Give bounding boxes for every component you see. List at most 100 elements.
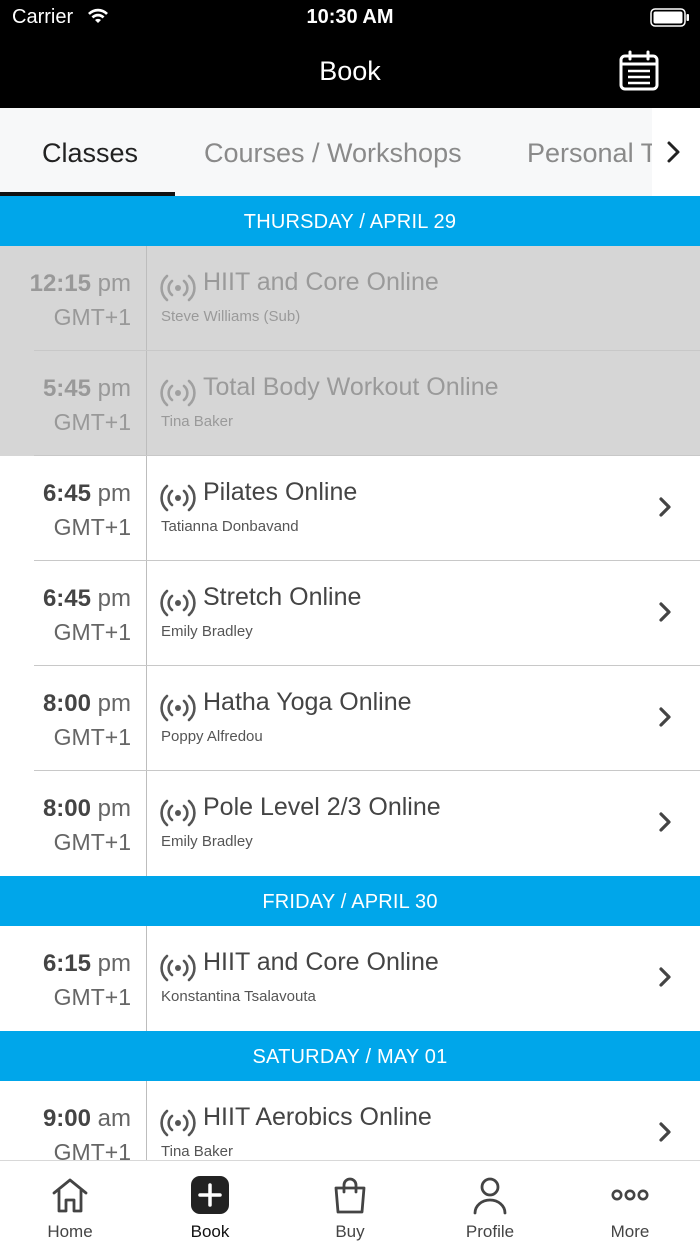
class-time-ampm: pm — [97, 270, 131, 297]
chevron-right-icon — [667, 141, 680, 163]
class-schedule-list[interactable]: THURSDAY / APRIL 29 12:15 pm GMT+1 HIIT and… — [0, 196, 700, 1160]
class-instructor: Steve Williams (Sub) — [161, 308, 301, 325]
class-name: Stretch Online — [203, 583, 362, 611]
class-row[interactable]: 8:00 pm GMT+1 Pole Level 2/3 Online Emily B… — [0, 771, 700, 876]
tabbar-buy-label: Buy — [335, 1222, 365, 1241]
class-time-value: 9:00 — [42, 1105, 91, 1132]
class-name: HIIT and Core Online — [203, 948, 439, 976]
class-time: 5:45 pm — [43, 375, 131, 403]
live-stream-icon — [160, 694, 196, 722]
class-time-value: 8:00 — [42, 690, 91, 717]
class-row: 12:15 pm GMT+1 HIIT and Core Online Steve W… — [0, 246, 700, 351]
battery-icon — [650, 8, 689, 27]
tabbar-buy[interactable]: Buy — [280, 1161, 420, 1244]
live-stream-icon — [160, 484, 196, 512]
tabs-scroll-right-button[interactable] — [652, 108, 700, 196]
tabbar-home-label: Home — [47, 1222, 93, 1241]
plus-icon — [191, 1176, 229, 1214]
day-header: THURSDAY / APRIL 29 — [0, 196, 700, 246]
class-name: HIIT Aerobics Online — [203, 1103, 432, 1131]
class-time-ampm: pm — [97, 690, 131, 717]
tabbar-book[interactable]: Book — [140, 1161, 280, 1244]
class-instructor: Konstantina Tsalavouta — [161, 988, 316, 1005]
tab-classes[interactable]: Classes — [42, 108, 138, 196]
tabbar-profile[interactable]: Profile — [420, 1161, 560, 1244]
day-header: SATURDAY / MAY 01 — [0, 1031, 700, 1081]
class-time-value: 6:45 — [42, 480, 91, 507]
chevron-right-icon — [659, 497, 671, 517]
class-row: 5:45 pm GMT+1 Total Body Workout Online Tin… — [0, 351, 700, 456]
class-row[interactable]: 8:00 pm GMT+1 Hatha Yoga Online Poppy Alfre… — [0, 666, 700, 771]
row-separator — [146, 771, 147, 876]
class-time-value: 12:15 — [29, 270, 91, 297]
class-timezone: GMT+1 — [53, 409, 131, 435]
class-row[interactable]: 6:15 pm GMT+1 HIIT and Core Online Konstant… — [0, 926, 700, 1031]
class-name: Pole Level 2/3 Online — [203, 793, 441, 821]
class-timezone: GMT+1 — [53, 304, 131, 330]
tabbar-more[interactable]: More — [560, 1161, 700, 1244]
class-time-ampm: pm — [97, 950, 131, 977]
class-timezone: GMT+1 — [53, 514, 131, 540]
live-stream-icon — [160, 274, 196, 302]
live-stream-icon — [160, 799, 196, 827]
class-time-ampm: pm — [97, 795, 131, 822]
class-instructor: Emily Bradley — [161, 833, 253, 850]
class-time-ampm: pm — [97, 480, 131, 507]
page-title: Book — [319, 56, 381, 86]
tab-courses-workshops[interactable]: Courses / Workshops — [204, 108, 462, 196]
class-name: HIIT and Core Online — [203, 268, 439, 296]
class-time-value: 5:45 — [42, 375, 91, 402]
class-instructor: Tatianna Donbavand — [161, 518, 299, 535]
class-time-value: 8:00 — [42, 795, 91, 822]
class-row[interactable]: 6:45 pm GMT+1 Pilates Online Tatianna Donba… — [0, 456, 700, 561]
tabbar-home[interactable]: Home — [0, 1161, 140, 1244]
class-time: 6:15 pm — [43, 950, 131, 978]
class-instructor: Tina Baker — [161, 413, 233, 430]
class-timezone: GMT+1 — [53, 619, 131, 645]
class-time: 8:00 pm — [43, 795, 131, 823]
row-separator — [146, 926, 147, 1031]
live-stream-icon — [160, 1109, 196, 1137]
row-separator — [146, 246, 147, 351]
home-icon — [52, 1178, 88, 1213]
class-name: Pilates Online — [203, 478, 358, 506]
chevron-right-icon — [659, 967, 671, 987]
bottom-tab-bar: Home Book Buy Profile More — [0, 1160, 700, 1244]
shopping-bag-icon — [334, 1177, 366, 1214]
chevron-right-icon — [659, 812, 671, 832]
class-time: 6:45 pm — [43, 480, 131, 508]
tabbar-more-label: More — [610, 1222, 650, 1241]
person-icon — [473, 1177, 507, 1215]
class-time-value: 6:45 — [42, 585, 91, 612]
class-time-ampm: pm — [97, 585, 131, 612]
calendar-icon[interactable] — [618, 50, 660, 92]
tabbar-book-label: Book — [190, 1222, 230, 1241]
tabbar-profile-label: Profile — [465, 1222, 515, 1241]
class-time: 9:00 am — [43, 1105, 131, 1133]
clock: 10:30 AM — [306, 6, 394, 28]
class-row[interactable]: 9:00 am GMT+1 HIIT Aerobics Online Tina Bak… — [0, 1081, 700, 1160]
class-instructor: Tina Baker — [161, 1143, 233, 1160]
class-name: Hatha Yoga Online — [203, 688, 412, 716]
category-tabs: Classes Courses / Workshops Personal Tra… — [0, 108, 700, 196]
class-instructor: Poppy Alfredou — [161, 728, 263, 745]
class-timezone: GMT+1 — [53, 1139, 131, 1160]
class-name: Total Body Workout Online — [203, 373, 499, 401]
chevron-right-icon — [659, 602, 671, 622]
class-timezone: GMT+1 — [53, 829, 131, 855]
row-separator — [146, 1081, 147, 1160]
status-bar: Carrier 10:30 AM — [0, 0, 700, 36]
class-instructor: Emily Bradley — [161, 623, 253, 640]
class-row[interactable]: 6:45 pm GMT+1 Stretch Online Emily Bradley — [0, 561, 700, 666]
day-header: FRIDAY / APRIL 30 — [0, 876, 700, 926]
more-dots-icon — [611, 1189, 649, 1201]
row-separator — [146, 351, 147, 456]
live-stream-icon — [160, 954, 196, 982]
class-time: 12:15 pm — [30, 270, 131, 298]
class-time: 6:45 pm — [43, 585, 131, 613]
class-time: 8:00 pm — [43, 690, 131, 718]
row-separator — [146, 561, 147, 666]
chevron-right-icon — [659, 707, 671, 727]
row-separator — [146, 456, 147, 561]
live-stream-icon — [160, 589, 196, 617]
